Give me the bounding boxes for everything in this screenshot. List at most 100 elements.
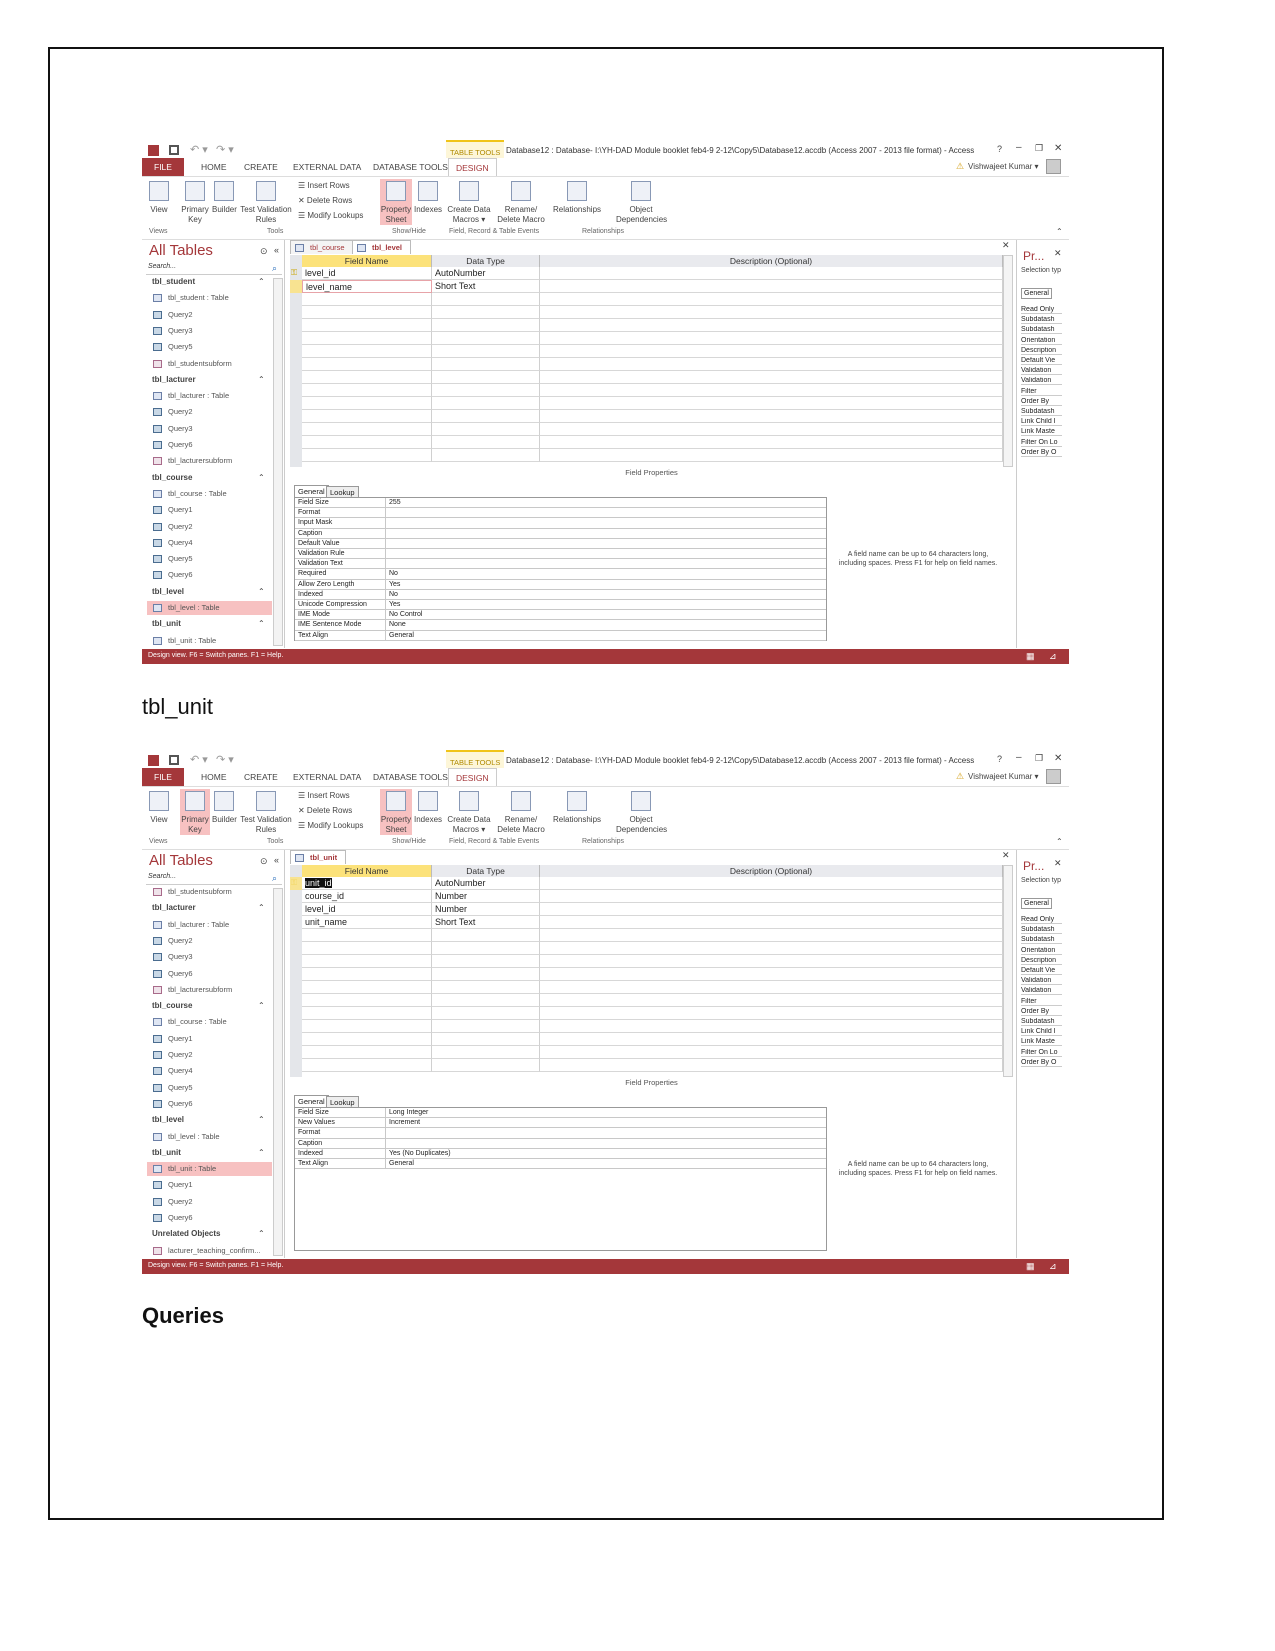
field-name-cell[interactable] [302, 332, 432, 345]
field-name-cell[interactable] [302, 397, 432, 410]
ribbon-tab-design[interactable]: DESIGN [448, 768, 497, 786]
property-sheet-item[interactable]: Filter On Lo [1021, 439, 1062, 447]
ribbon-tab-home[interactable]: HOME [194, 158, 234, 176]
data-type-cell[interactable] [432, 319, 540, 332]
description-cell[interactable] [540, 916, 1003, 929]
property-sheet-item[interactable]: Order By [1021, 1008, 1062, 1016]
ribbon-button-relationships[interactable]: Relationships [552, 789, 602, 835]
close-button[interactable]: ✕ [1054, 143, 1062, 154]
ribbon-button-builder[interactable]: Builder [212, 789, 237, 835]
restore-button[interactable]: ❐ [1035, 143, 1043, 154]
property-sheet-item[interactable]: Default Vie [1021, 357, 1062, 365]
data-type-cell[interactable] [432, 410, 540, 423]
nav-item[interactable]: Query5 [147, 340, 272, 354]
field-name-cell[interactable]: level_id [302, 903, 432, 916]
nav-scrollbar[interactable] [273, 278, 283, 646]
description-cell[interactable] [540, 1046, 1003, 1059]
property-value[interactable] [386, 518, 826, 529]
help-button[interactable]: ? [997, 754, 1002, 764]
property-sheet-item[interactable]: Subdatash [1021, 926, 1062, 935]
data-type-cell[interactable] [432, 423, 540, 436]
field-name-cell[interactable] [302, 981, 432, 994]
data-type-cell[interactable] [432, 384, 540, 397]
collapse-ribbon-button[interactable]: ⌃ [1056, 837, 1063, 846]
collapse-group-icon[interactable]: ⌃ [258, 1229, 265, 1238]
ribbon-button-delete-rows[interactable]: ✕ Delete Rows [298, 196, 352, 205]
ribbon-tab-create[interactable]: CREATE [237, 158, 285, 176]
data-type-cell[interactable]: AutoNumber [432, 267, 540, 280]
design-view-icon[interactable]: ⊿ [1049, 1261, 1057, 1272]
collapse-group-icon[interactable]: ⌃ [258, 473, 265, 482]
ribbon-button-delete-rows[interactable]: ✕ Delete Rows [298, 806, 352, 815]
property-value[interactable]: General [386, 1159, 826, 1170]
undo-icon[interactable]: ↶ ▾ [190, 143, 208, 156]
collapse-group-icon[interactable]: ⌃ [258, 903, 265, 912]
nav-group-header[interactable]: tbl_unit [152, 619, 181, 628]
minimize-button[interactable]: – [1016, 142, 1022, 153]
property-sheet-item[interactable]: Subdatash [1021, 936, 1062, 945]
field-name-cell[interactable] [302, 1046, 432, 1059]
property-sheet-item[interactable]: Read Only [1021, 916, 1062, 924]
field-name-cell[interactable] [302, 410, 432, 423]
property-sheet-item[interactable]: Order By O [1021, 1059, 1062, 1067]
description-cell[interactable] [540, 358, 1003, 371]
nav-item[interactable]: Query2 [147, 308, 272, 322]
collapse-group-icon[interactable]: ⌃ [258, 1115, 265, 1124]
property-sheet-close[interactable]: ✕ [1054, 858, 1062, 869]
property-sheet-item[interactable]: Validation [1021, 987, 1062, 996]
nav-item[interactable]: tbl_lacturersubform [147, 983, 272, 997]
ribbon-button-rename-[interactable]: Rename/Delete Macro [496, 179, 546, 225]
description-cell[interactable] [540, 1007, 1003, 1020]
description-cell[interactable] [540, 942, 1003, 955]
close-document-button[interactable]: ✕ [1002, 850, 1010, 861]
field-name-cell[interactable] [302, 371, 432, 384]
data-type-cell[interactable] [432, 371, 540, 384]
nav-item[interactable]: tbl_lacturersubform [147, 454, 272, 468]
grid-scrollbar[interactable] [1003, 255, 1013, 467]
grid-scrollbar[interactable] [1003, 865, 1013, 1077]
property-value[interactable]: Long Integer [386, 1108, 826, 1119]
datasheet-view-icon[interactable]: ▦ [1026, 651, 1035, 662]
undo-icon[interactable]: ↶ ▾ [190, 753, 208, 766]
property-sheet-item[interactable]: Order By O [1021, 449, 1062, 457]
nav-item[interactable]: Query5 [147, 552, 272, 566]
field-name-cell[interactable] [302, 1007, 432, 1020]
data-type-cell[interactable] [432, 942, 540, 955]
nav-group-header[interactable]: tbl_student [152, 277, 195, 286]
column-header[interactable]: Field Name [302, 865, 432, 877]
description-cell[interactable] [540, 384, 1003, 397]
nav-group-header[interactable]: tbl_lacturer [152, 375, 196, 384]
nav-search-input[interactable]: Search... [146, 873, 282, 885]
property-sheet-item[interactable]: Validation [1021, 977, 1062, 986]
search-icon[interactable]: ⌕ [272, 263, 277, 274]
property-sheet-item[interactable]: Filter [1021, 998, 1062, 1006]
field-name-cell[interactable] [302, 929, 432, 942]
property-sheet-item[interactable]: Link Maste [1021, 1038, 1062, 1047]
nav-item[interactable]: tbl_unit : Table [147, 1162, 272, 1177]
data-type-cell[interactable] [432, 345, 540, 358]
property-sheet-item[interactable]: Validation [1021, 367, 1062, 376]
data-type-cell[interactable] [432, 994, 540, 1007]
data-type-cell[interactable] [432, 1033, 540, 1046]
nav-item[interactable]: Query6 [147, 1097, 272, 1111]
property-value[interactable]: Yes [386, 580, 826, 590]
property-value[interactable]: 255 [386, 498, 826, 509]
property-sheet-close[interactable]: ✕ [1054, 248, 1062, 259]
ribbon-button-create-data[interactable]: Create Data Macros ▾ [447, 179, 491, 225]
property-value[interactable]: Yes [386, 600, 826, 611]
field-name-cell[interactable] [302, 994, 432, 1007]
property-sheet-item[interactable]: Orientation [1021, 337, 1062, 345]
redo-icon[interactable]: ↷ ▾ [216, 753, 234, 766]
property-sheet-item[interactable]: Orientation [1021, 947, 1062, 955]
datasheet-view-icon[interactable]: ▦ [1026, 1261, 1035, 1272]
column-header[interactable]: Data Type [432, 865, 540, 877]
avatar[interactable] [1046, 159, 1061, 174]
nav-item[interactable]: Query6 [147, 438, 272, 452]
data-type-cell[interactable] [432, 332, 540, 345]
property-value[interactable] [386, 559, 826, 570]
ribbon-tab-home[interactable]: HOME [194, 768, 234, 786]
field-name-cell[interactable]: level_id [302, 267, 432, 280]
nav-scrollbar[interactable] [273, 888, 283, 1256]
nav-item[interactable]: Query6 [147, 967, 272, 981]
property-value[interactable]: None [386, 620, 826, 631]
